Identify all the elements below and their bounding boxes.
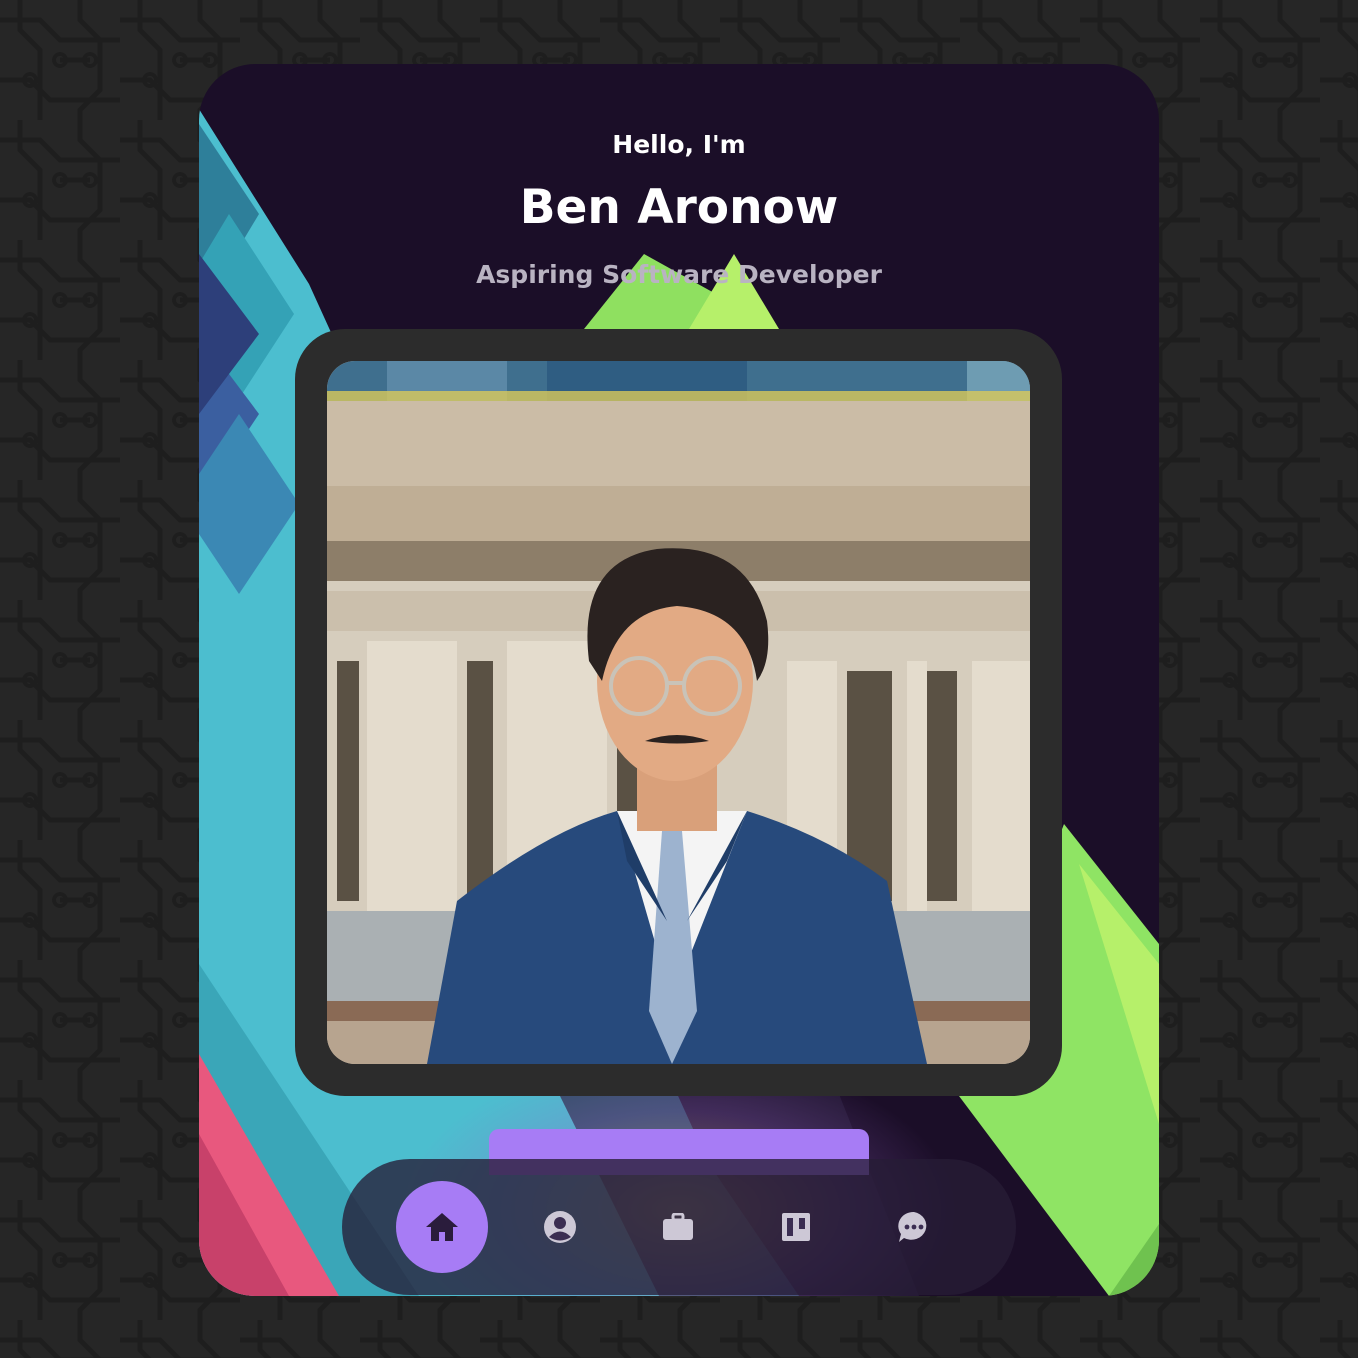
photo-frame	[295, 329, 1062, 1096]
profile-role: Aspiring Software Developer	[476, 260, 882, 289]
user-icon	[544, 1211, 576, 1243]
profile-card: Hello, I'm Ben Aronow Aspiring Software …	[199, 64, 1159, 1296]
briefcase-icon	[663, 1213, 693, 1240]
portrait-illustration	[327, 361, 1030, 1064]
nav-work-button[interactable]	[632, 1181, 724, 1273]
chat-icon	[898, 1211, 927, 1242]
nav-about-button[interactable]	[514, 1181, 606, 1273]
greeting-text: Hello, I'm	[612, 130, 746, 159]
nav-contact-button[interactable]	[868, 1181, 960, 1273]
home-icon	[426, 1213, 458, 1241]
bottom-navbar	[342, 1159, 1016, 1295]
board-icon	[782, 1213, 810, 1241]
profile-name: Ben Aronow	[519, 180, 839, 235]
nav-home-button[interactable]	[396, 1181, 488, 1273]
nav-projects-button[interactable]	[750, 1181, 842, 1273]
profile-photo	[327, 361, 1030, 1064]
